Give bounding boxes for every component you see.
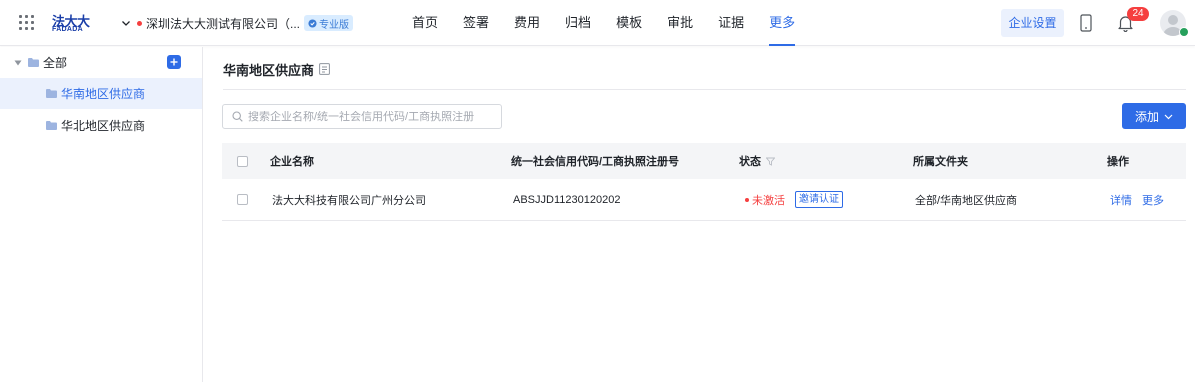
- sidebar-item-north-china[interactable]: 华北地区供应商: [0, 110, 202, 141]
- folder-cell: 全部/华南地区供应商: [915, 194, 1018, 207]
- row-checkbox[interactable]: [237, 194, 248, 205]
- caret-down-icon[interactable]: [14, 59, 22, 67]
- add-folder-button[interactable]: [167, 55, 181, 69]
- verified-icon: [308, 18, 317, 28]
- row-checkbox-cell: [237, 179, 248, 220]
- notification-count-badge: 24: [1127, 7, 1149, 21]
- search-box[interactable]: [222, 104, 502, 129]
- nav-templates[interactable]: 模板: [616, 0, 642, 46]
- select-all-checkbox[interactable]: [237, 155, 248, 167]
- nav-more[interactable]: 更多: [769, 0, 796, 46]
- search-input[interactable]: [248, 110, 488, 123]
- add-button-label: 添加: [1134, 109, 1159, 124]
- edition-badge: 专业版: [304, 15, 354, 31]
- main-content: 华南地区供应商 添加 企业名称 统一社会信用代码/工商执照注册号 状态 所属文件…: [203, 47, 1195, 382]
- column-header-status: 状态: [739, 143, 775, 179]
- plus-icon: [170, 58, 178, 66]
- status-dot: [745, 197, 749, 202]
- company-switcher[interactable]: 深圳法大大测试有限公司（... 专业版: [120, 14, 354, 32]
- company-name-cell: 法大大科技有限公司广州分公司: [272, 194, 426, 207]
- status-cell: 未激活 邀请认证: [745, 179, 843, 220]
- filter-icon[interactable]: [766, 157, 775, 166]
- column-header-folder: 所属文件夹: [913, 156, 968, 168]
- nav-sign[interactable]: 签署: [463, 0, 489, 46]
- nav-archive[interactable]: 归档: [565, 0, 591, 46]
- edition-badge-label: 专业版: [319, 19, 350, 31]
- column-header-status-label: 状态: [739, 156, 761, 168]
- main-nav: 首页 签署 费用 归档 模板 审批 证据 更多: [412, 0, 820, 46]
- credit-code-cell: ABSJJD11230120202: [513, 193, 621, 206]
- divider: [223, 89, 1186, 90]
- table-row: 法大大科技有限公司广州分公司 ABSJJD11230120202 未激活 邀请认…: [222, 179, 1186, 221]
- sidebar-item-south-china[interactable]: 华南地区供应商: [0, 78, 202, 109]
- sidebar-item-label: 华北地区供应商: [61, 119, 146, 133]
- column-header-credit-code: 统一社会信用代码/工商执照注册号: [511, 156, 680, 168]
- logo-subtext: FADADA: [52, 26, 83, 33]
- nav-home[interactable]: 首页: [412, 0, 438, 46]
- document-icon[interactable]: [319, 63, 330, 75]
- folder-icon: [28, 58, 39, 67]
- nav-approval[interactable]: 审批: [667, 0, 693, 46]
- phone-icon[interactable]: [1079, 14, 1093, 32]
- table-header: 企业名称 统一社会信用代码/工商执照注册号 状态 所属文件夹 操作: [222, 143, 1186, 179]
- select-all-checkbox-cell: [237, 143, 248, 179]
- sidebar-item-label: 华南地区供应商: [61, 87, 146, 101]
- tree-root-label: 全部: [43, 56, 68, 70]
- folder-sidebar: 全部 华南地区供应商 华北地区供应商: [0, 47, 203, 382]
- page-title: 华南地区供应商: [223, 63, 315, 78]
- enterprise-settings-button[interactable]: 企业设置: [1001, 9, 1064, 37]
- status-text: 未激活: [752, 194, 785, 207]
- company-name: 深圳法大大测试有限公司（...: [146, 16, 301, 31]
- add-button[interactable]: 添加: [1122, 103, 1186, 129]
- column-header-actions: 操作: [1107, 156, 1129, 168]
- actions-cell: 详情 更多: [1110, 179, 1174, 220]
- details-link[interactable]: 详情: [1110, 192, 1132, 208]
- more-link[interactable]: 更多: [1142, 192, 1164, 208]
- chevron-down-icon: [122, 21, 130, 26]
- company-status-dot: [137, 20, 142, 26]
- invite-verification-button[interactable]: 邀请认证: [795, 191, 843, 208]
- folder-icon: [46, 121, 57, 130]
- nav-evidence[interactable]: 证据: [718, 0, 744, 46]
- column-header-company: 企业名称: [270, 156, 314, 168]
- online-status-icon: [1179, 27, 1189, 37]
- logo[interactable]: 法大大 FADADA: [52, 11, 92, 35]
- folder-icon: [46, 89, 57, 98]
- top-bar: 法大大 FADADA 深圳法大大测试有限公司（... 专业版 首页 签署 费用 …: [0, 0, 1195, 46]
- apps-grid-icon[interactable]: [19, 15, 35, 31]
- chevron-down-icon: [1164, 114, 1173, 119]
- nav-fees[interactable]: 费用: [514, 0, 540, 46]
- search-icon: [232, 111, 243, 122]
